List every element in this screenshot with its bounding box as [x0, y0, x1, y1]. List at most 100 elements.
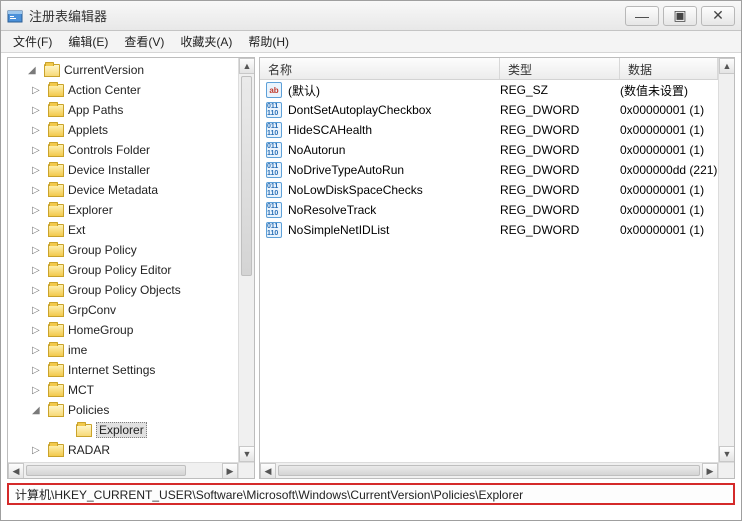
tree-node[interactable]: ▷Action Center	[8, 80, 238, 100]
value-row[interactable]: 011 110NoDriveTypeAutoRunREG_DWORD0x0000…	[260, 160, 718, 180]
tree-node[interactable]: ▷Group Policy Objects	[8, 280, 238, 300]
collapse-icon[interactable]: ◢	[28, 65, 38, 76]
expand-icon[interactable]: ▷	[32, 85, 42, 96]
scroll-thumb[interactable]	[26, 465, 186, 476]
folder-open-icon	[76, 424, 92, 437]
tree-node[interactable]: ▷MCT	[8, 380, 238, 400]
tree-label: Group Policy Editor	[68, 263, 171, 277]
tree-node[interactable]: ▷Explorer	[8, 200, 238, 220]
column-data[interactable]: 数据	[620, 58, 718, 79]
menu-favorites[interactable]: 收藏夹(A)	[172, 31, 240, 52]
tree-node[interactable]: ▷ Applets	[8, 120, 238, 140]
expand-icon[interactable]: ▷	[32, 245, 42, 256]
menu-bar: 文件(F) 编辑(E) 查看(V) 收藏夹(A) 帮助(H)	[1, 31, 741, 53]
value-row[interactable]: ab(默认)REG_SZ(数值未设置)	[260, 80, 718, 100]
values-list[interactable]: 名称 类型 数据 ab(默认)REG_SZ(数值未设置)011 110DontS…	[260, 58, 718, 462]
tree-horizontal-scrollbar[interactable]: ◀ ▶	[8, 462, 238, 478]
expand-icon[interactable]: ▷	[32, 365, 42, 376]
folder-open-icon	[44, 64, 60, 77]
tree-label: Applets	[68, 123, 108, 137]
expand-icon[interactable]: ▷	[32, 185, 42, 196]
column-name[interactable]: 名称	[260, 58, 500, 79]
scroll-right-button[interactable]: ▶	[702, 463, 718, 479]
tree-node[interactable]: ▷App Paths	[8, 100, 238, 120]
value-type: REG_DWORD	[500, 223, 620, 237]
value-row[interactable]: 011 110NoResolveTrackREG_DWORD0x00000001…	[260, 200, 718, 220]
expand-icon[interactable]: ▷	[32, 345, 42, 356]
tree-node[interactable]: ▷Device Metadata	[8, 180, 238, 200]
value-data: 0x00000001 (1)	[620, 123, 718, 137]
value-name: HideSCAHealth	[288, 123, 372, 137]
maximize-button[interactable]: ▣	[663, 6, 697, 26]
scroll-left-button[interactable]: ◀	[8, 463, 24, 479]
tree-label: Internet Settings	[68, 363, 155, 377]
folder-icon	[48, 264, 64, 277]
tree-node[interactable]: ▷ Device Installer	[8, 160, 238, 180]
folder-icon	[48, 284, 64, 297]
value-row[interactable]: 011 110NoAutorunREG_DWORD0x00000001 (1)	[260, 140, 718, 160]
scroll-down-button[interactable]: ▼	[719, 446, 735, 462]
menu-edit[interactable]: 编辑(E)	[60, 31, 116, 52]
expand-icon[interactable]: ▷	[32, 105, 42, 116]
scroll-thumb[interactable]	[241, 76, 252, 276]
expand-icon[interactable]: ▷	[32, 305, 42, 316]
scroll-right-button[interactable]: ▶	[222, 463, 238, 479]
value-name: NoAutorun	[288, 143, 345, 157]
folder-icon	[48, 344, 64, 357]
tree-node[interactable]: ▷Group Policy	[8, 240, 238, 260]
expand-icon[interactable]: ▷	[32, 385, 42, 396]
value-data: 0x000000dd (221)	[620, 163, 718, 177]
tree-node[interactable]: ▷Ext	[8, 220, 238, 240]
collapse-icon[interactable]: ◢	[32, 405, 42, 416]
column-type[interactable]: 类型	[500, 58, 620, 79]
menu-file[interactable]: 文件(F)	[5, 31, 60, 52]
tree-view[interactable]: ◢ CurrentVersion ▷Action Center▷App Path…	[8, 58, 238, 462]
binary-value-icon: 011 110	[266, 182, 282, 198]
value-data: 0x00000001 (1)	[620, 183, 718, 197]
expand-icon[interactable]: ▷	[32, 225, 42, 236]
expand-icon[interactable]: ▷	[32, 145, 42, 156]
expand-icon[interactable]: ▷	[32, 165, 42, 176]
tree-node[interactable]: ▷GrpConv	[8, 300, 238, 320]
tree-node[interactable]: ◢ Policies	[8, 400, 238, 420]
tree-node[interactable]: ▷ ime	[8, 340, 238, 360]
value-row[interactable]: 011 110NoLowDiskSpaceChecksREG_DWORD0x00…	[260, 180, 718, 200]
scroll-down-button[interactable]: ▼	[239, 446, 255, 462]
minimize-button[interactable]: —	[625, 6, 659, 26]
value-row[interactable]: 011 110DontSetAutoplayCheckboxREG_DWORD0…	[260, 100, 718, 120]
scroll-thumb[interactable]	[278, 465, 700, 476]
binary-value-icon: 011 110	[266, 102, 282, 118]
tree-node[interactable]: ▷ Group Policy Editor	[8, 260, 238, 280]
expand-icon[interactable]: ▷	[32, 125, 42, 136]
expand-icon[interactable]: ▷	[32, 285, 42, 296]
value-data: 0x00000001 (1)	[620, 203, 718, 217]
value-type: REG_SZ	[500, 83, 620, 97]
value-row[interactable]: 011 110NoSimpleNetIDListREG_DWORD0x00000…	[260, 220, 718, 240]
tree-node[interactable]: ▷Controls Folder	[8, 140, 238, 160]
scroll-up-button[interactable]: ▲	[719, 58, 735, 74]
expand-icon[interactable]: ▷	[32, 265, 42, 276]
tree-node[interactable]: ▷HomeGroup	[8, 320, 238, 340]
expand-icon[interactable]: ▷	[32, 205, 42, 216]
folder-icon	[48, 124, 64, 137]
menu-help[interactable]: 帮助(H)	[240, 31, 297, 52]
list-horizontal-scrollbar[interactable]: ◀ ▶	[260, 462, 718, 478]
tree-label: ime	[68, 343, 87, 357]
tree-label: Device Installer	[68, 163, 150, 177]
list-vertical-scrollbar[interactable]: ▲ ▼	[718, 58, 734, 462]
tree-node-explorer[interactable]: Explorer	[8, 420, 238, 440]
tree-node-currentversion[interactable]: ◢ CurrentVersion	[8, 60, 238, 80]
expand-icon[interactable]: ▷	[32, 445, 42, 456]
scroll-left-button[interactable]: ◀	[260, 463, 276, 479]
menu-view[interactable]: 查看(V)	[116, 31, 172, 52]
tree-node[interactable]: ▷RADAR	[8, 440, 238, 460]
close-button[interactable]: ✕	[701, 6, 735, 26]
tree-label: Policies	[68, 403, 109, 417]
expand-icon[interactable]: ▷	[32, 325, 42, 336]
scroll-up-button[interactable]: ▲	[239, 58, 255, 74]
client-area: ◢ CurrentVersion ▷Action Center▷App Path…	[1, 53, 741, 483]
value-row[interactable]: 011 110HideSCAHealthREG_DWORD0x00000001 …	[260, 120, 718, 140]
tree-node[interactable]: ▷ Internet Settings	[8, 360, 238, 380]
folder-icon	[48, 364, 64, 377]
tree-vertical-scrollbar[interactable]: ▲ ▼	[238, 58, 254, 462]
